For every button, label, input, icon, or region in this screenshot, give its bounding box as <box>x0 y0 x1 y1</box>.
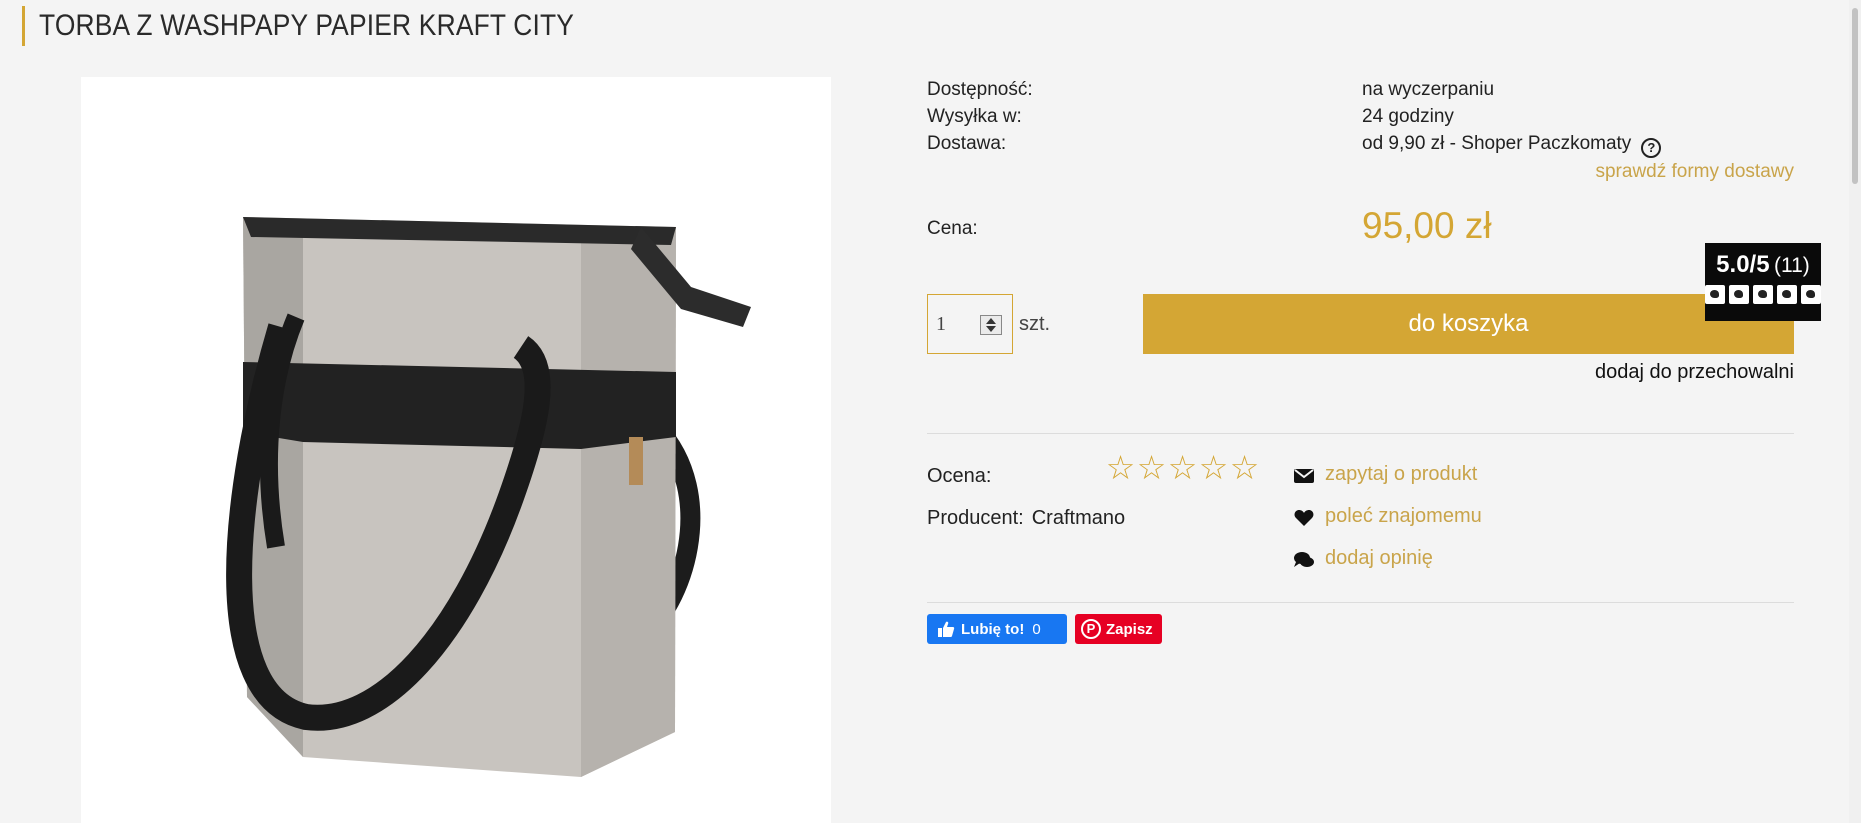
quantity-input[interactable] <box>936 311 976 337</box>
quantity-stepper <box>927 294 1013 354</box>
reviews-badge[interactable]: 5.0/5 (11) <box>1705 243 1821 321</box>
heart-icon <box>1294 510 1314 526</box>
check-delivery-link[interactable]: sprawdź formy dostawy <box>1595 161 1794 183</box>
quantity-spinner[interactable] <box>980 315 1002 335</box>
facebook-like-count: 0 <box>1032 620 1041 638</box>
divider <box>927 433 1794 434</box>
shipping-label: Wysyłka w: <box>927 106 1022 127</box>
ask-product-link[interactable]: zapytaj o produkt <box>1325 463 1477 486</box>
bird-icon <box>1705 285 1725 304</box>
product-title-bar: TORBA Z WASHPAPY PAPIER KRAFT CITY <box>22 6 647 46</box>
bag-image <box>226 217 751 777</box>
increment-arrow-icon[interactable] <box>986 318 996 324</box>
price-label: Cena: <box>927 218 978 239</box>
badge-rating-icons <box>1705 285 1821 304</box>
page-scrollbar[interactable] <box>1849 0 1861 823</box>
comments-icon <box>1294 552 1314 567</box>
recommend-link[interactable]: poleć znajomemu <box>1325 505 1482 528</box>
decrement-arrow-icon[interactable] <box>986 326 996 332</box>
producer-label: Producent: <box>927 507 1024 529</box>
bird-icon <box>1753 285 1773 304</box>
badge-score: 5.0/5 <box>1716 251 1770 278</box>
badge-score-line: 5.0/5 (11) <box>1705 251 1821 279</box>
delivery-value-wrap: od 9,90 zł - Shoper Paczkomaty? <box>1362 133 1662 158</box>
star-icon[interactable]: ☆ <box>1198 451 1229 485</box>
bird-icon <box>1729 285 1749 304</box>
add-to-storage-link[interactable]: dodaj do przechowalni <box>1595 361 1794 384</box>
thumbs-up-icon <box>938 621 955 637</box>
pinterest-icon: P <box>1081 619 1101 639</box>
facebook-like-button[interactable]: Lubię to! 0 <box>927 614 1067 644</box>
bird-icon <box>1777 285 1797 304</box>
envelope-icon <box>1294 469 1314 483</box>
help-icon[interactable]: ? <box>1641 138 1662 158</box>
price-value: 95,00 zł <box>1362 205 1492 246</box>
product-title: TORBA Z WASHPAPY PAPIER KRAFT CITY <box>39 9 575 42</box>
quantity-unit: szt. <box>1019 313 1051 335</box>
badge-count: (11) <box>1774 254 1810 277</box>
pinterest-save-button[interactable]: P Zapisz <box>1075 614 1162 644</box>
divider <box>927 602 1794 603</box>
producer-row: Producent: Craftmano <box>927 507 1125 530</box>
product-image[interactable] <box>81 77 831 823</box>
availability-label: Dostępność: <box>927 79 1033 100</box>
star-icon[interactable]: ☆ <box>1136 451 1167 485</box>
producer-value[interactable]: Craftmano <box>1032 507 1125 529</box>
rating-stars[interactable]: ☆ ☆ ☆ ☆ ☆ <box>1105 451 1260 485</box>
star-icon[interactable]: ☆ <box>1167 451 1198 485</box>
availability-value: na wyczerpaniu <box>1362 79 1495 100</box>
delivery-value: od 9,90 zł - Shoper Paczkomaty <box>1362 133 1632 154</box>
facebook-like-label: Lubię to! <box>961 620 1025 638</box>
star-icon[interactable]: ☆ <box>1229 451 1260 485</box>
pinterest-save-label: Zapisz <box>1106 620 1153 638</box>
add-to-cart-button[interactable]: do koszyka <box>1143 294 1794 354</box>
star-icon[interactable]: ☆ <box>1105 451 1136 485</box>
shipping-value: 24 godziny <box>1362 106 1454 127</box>
rating-label: Ocena: <box>927 465 992 487</box>
delivery-label: Dostawa: <box>927 133 1007 154</box>
add-review-link[interactable]: dodaj opinię <box>1325 547 1433 570</box>
scrollbar-thumb[interactable] <box>1852 8 1858 184</box>
bird-icon <box>1801 285 1821 304</box>
